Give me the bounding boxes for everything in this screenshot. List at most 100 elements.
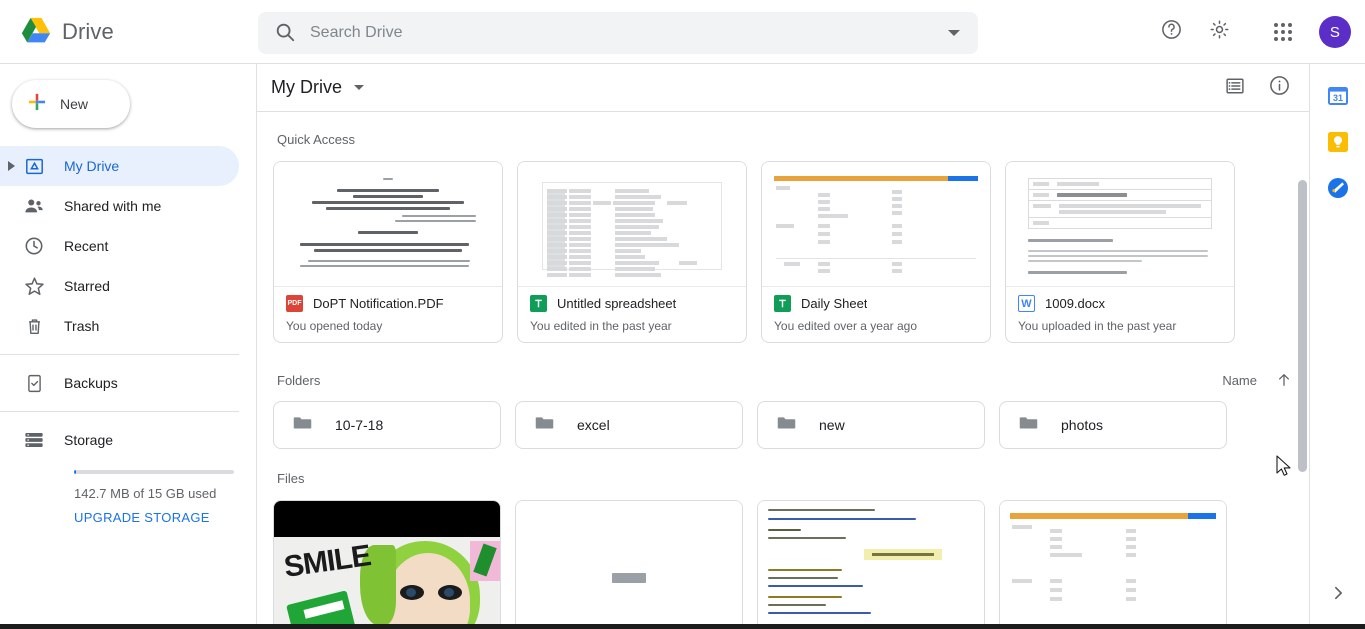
sidebar-item-recent[interactable]: Recent (0, 226, 239, 266)
folder-item[interactable]: 10-7-18 (273, 401, 501, 449)
svg-text:31: 31 (1332, 93, 1342, 103)
folder-icon (1018, 412, 1039, 438)
expand-side-panel-button[interactable] (1326, 583, 1350, 607)
folders-title: Folders (277, 372, 321, 388)
list-view-button[interactable] (1215, 68, 1255, 108)
quick-access-cards: PDF DoPT Notification.PDF You opened tod… (273, 161, 1301, 343)
sidebar-item-label: My Drive (64, 158, 120, 174)
bottom-edge-bar (0, 624, 1365, 629)
google-keep-icon[interactable] (1326, 130, 1350, 154)
sidebar-item-label: Trash (64, 318, 100, 334)
help-circle-icon (1160, 18, 1183, 46)
folders-section-header: Folders Name (277, 371, 1293, 389)
file-thumbnail (762, 162, 990, 287)
folder-item[interactable]: excel (515, 401, 743, 449)
file-thumbnail (516, 501, 742, 629)
sheets-file-icon (774, 295, 791, 312)
sidebar-item-shared-with-me[interactable]: Shared with me (0, 186, 239, 226)
star-icon (22, 274, 46, 298)
folders-grid: 10-7-18 excel new photos (273, 401, 1301, 449)
pdf-file-icon: PDF (286, 295, 303, 312)
storage-progress-bar (74, 470, 234, 474)
page-title: My Drive (271, 77, 342, 97)
file-subtitle: You edited in the past year (530, 319, 672, 333)
chevron-down-icon (354, 85, 364, 90)
storage-icon (22, 428, 46, 452)
drive-app: Drive Search Drive S New My Drive Shared… (0, 0, 1365, 629)
quick-access-card[interactable]: Untitled spreadsheet You edited in the p… (517, 161, 747, 343)
file-subtitle: You uploaded in the past year (1018, 319, 1177, 333)
file-name: Daily Sheet (801, 296, 868, 311)
folder-name: new (819, 417, 845, 433)
trash-icon (22, 314, 46, 338)
quick-access-card[interactable]: PDF DoPT Notification.PDF You opened tod… (273, 161, 503, 343)
files-title: Files (277, 471, 305, 486)
avatar[interactable]: S (1319, 16, 1351, 48)
quick-access-card[interactable]: W 1009.docx You uploaded in the past yea… (1005, 161, 1235, 343)
arrow-up-icon[interactable] (1275, 371, 1293, 389)
google-tasks-icon[interactable] (1326, 176, 1350, 200)
upgrade-storage-link[interactable]: UPGRADE STORAGE (74, 510, 210, 525)
file-card[interactable] (757, 500, 985, 629)
apps-grid-icon (1274, 23, 1292, 41)
sidebar-item-starred[interactable]: Starred (0, 266, 239, 306)
sidebar-item-backups[interactable]: Backups (0, 363, 239, 403)
search-bar[interactable] (258, 12, 978, 54)
word-file-icon: W (1018, 295, 1035, 312)
quick-access-card[interactable]: Daily Sheet You edited over a year ago (761, 161, 991, 343)
content-scrollbar[interactable] (1297, 114, 1308, 579)
google-drive-logo-icon (16, 12, 56, 52)
brand[interactable]: Drive (0, 12, 256, 52)
gear-icon (1208, 18, 1231, 46)
main-content: My Drive Quick Access PDF DoPT Notificat… (256, 64, 1309, 629)
sidebar: New My Drive Shared with me Recent Starr… (0, 64, 256, 629)
search-input[interactable] (310, 12, 930, 54)
new-button[interactable]: New (12, 80, 130, 128)
sort-label: Name (1222, 372, 1257, 388)
sort-control[interactable]: Name (1222, 371, 1293, 389)
file-name: 1009.docx (1045, 296, 1105, 311)
people-icon (22, 194, 46, 218)
details-button[interactable] (1259, 68, 1299, 108)
breadcrumb[interactable]: My Drive (265, 73, 370, 102)
backup-device-icon (22, 371, 46, 395)
sidebar-divider-1 (0, 354, 239, 355)
sidebar-item-storage[interactable]: Storage (0, 420, 239, 460)
my-drive-icon (22, 154, 46, 178)
expand-triangle-icon[interactable] (8, 161, 15, 171)
folder-item[interactable]: new (757, 401, 985, 449)
google-apps-button[interactable] (1261, 10, 1305, 54)
folder-name: excel (577, 417, 610, 433)
file-card[interactable]: SMILE (273, 500, 501, 629)
search-icon (274, 21, 298, 45)
file-thumbnail (758, 501, 984, 629)
folder-item[interactable]: photos (999, 401, 1227, 449)
sidebar-item-trash[interactable]: Trash (0, 306, 239, 346)
sidebar-item-label: Shared with me (64, 198, 162, 214)
plus-icon (26, 91, 48, 118)
list-view-icon (1224, 75, 1246, 102)
side-panel: 31 (1309, 64, 1365, 629)
clock-icon (22, 234, 46, 258)
file-card[interactable] (999, 500, 1227, 629)
sidebar-item-my-drive[interactable]: My Drive (0, 146, 239, 186)
scrollbar-thumb[interactable] (1298, 180, 1307, 472)
content-scroll-area[interactable]: Quick Access PDF DoPT Notification.PDF Y… (257, 112, 1309, 629)
file-card[interactable] (515, 500, 743, 629)
top-bar-actions: S (1149, 0, 1365, 64)
file-name: DoPT Notification.PDF (313, 296, 444, 311)
file-thumbnail (274, 162, 502, 287)
file-name: Untitled spreadsheet (557, 296, 677, 311)
quick-access-title: Quick Access (277, 132, 356, 147)
settings-button[interactable] (1197, 10, 1241, 54)
folder-icon (534, 412, 555, 438)
google-calendar-icon[interactable]: 31 (1326, 84, 1350, 108)
new-button-label: New (60, 96, 89, 112)
files-grid: SMILE (273, 500, 1301, 629)
file-thumbnail (1006, 162, 1234, 287)
help-button[interactable] (1149, 10, 1193, 54)
storage-usage-text: 142.7 MB of 15 GB used (74, 486, 217, 501)
search-options-button[interactable] (930, 12, 978, 54)
chevron-down-icon (948, 30, 960, 36)
sidebar-item-label: Storage (64, 432, 114, 448)
